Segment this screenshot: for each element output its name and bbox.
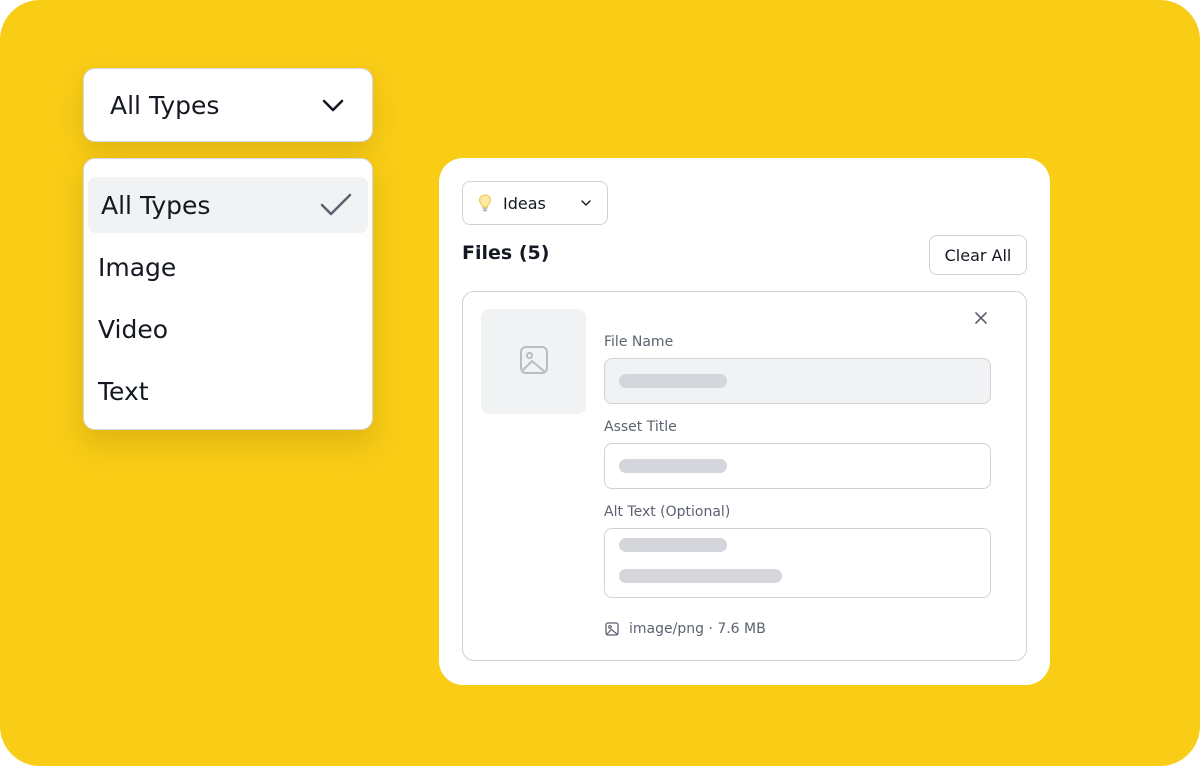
type-option-label: All Types: [101, 190, 211, 220]
skeleton-line: [619, 569, 782, 583]
image-icon: [604, 622, 619, 637]
clear-all-button[interactable]: Clear All: [929, 235, 1027, 275]
file-meta-text: image/png · 7.6 MB: [629, 621, 766, 637]
alt-text-label: Alt Text (Optional): [604, 504, 731, 520]
type-filter-select[interactable]: All Types: [83, 68, 373, 142]
lightbulb-icon: [477, 194, 493, 212]
type-option-text[interactable]: Text: [88, 363, 368, 419]
skeleton-line: [619, 459, 727, 473]
file-item: File Name Asset Title Alt Text (Optional…: [462, 291, 1027, 661]
file-name-label: File Name: [604, 334, 674, 350]
canvas-background: All Types All Types Image Video Text Ide…: [0, 0, 1200, 766]
checkmark-icon: [318, 187, 354, 223]
file-meta: image/png · 7.6 MB: [604, 621, 766, 637]
file-thumbnail: [481, 309, 586, 414]
type-option-image[interactable]: Image: [88, 239, 368, 295]
type-filter-menu: All Types Image Video Text: [83, 158, 373, 430]
skeleton-line: [619, 538, 727, 552]
alt-text-field[interactable]: [604, 528, 991, 598]
folder-select-value: Ideas: [503, 193, 546, 213]
type-option-label: Video: [98, 314, 169, 344]
image-icon: [519, 345, 549, 379]
asset-title-label: Asset Title: [604, 419, 677, 435]
type-option-label: Text: [98, 376, 149, 406]
remove-file-icon[interactable]: [971, 308, 991, 328]
chevron-down-icon: [320, 92, 346, 118]
file-name-field: [604, 358, 991, 404]
skeleton-line: [619, 374, 727, 388]
files-panel: Ideas Files (5) Clear All File Name Asse…: [439, 158, 1050, 685]
asset-title-field[interactable]: [604, 443, 991, 489]
type-filter-value: All Types: [110, 90, 220, 120]
folder-select[interactable]: Ideas: [462, 181, 608, 225]
files-title: Files (5): [462, 242, 550, 264]
chevron-down-icon: [579, 196, 593, 210]
type-option-label: Image: [98, 252, 177, 282]
type-option-all-types[interactable]: All Types: [88, 177, 368, 233]
type-option-video[interactable]: Video: [88, 301, 368, 357]
